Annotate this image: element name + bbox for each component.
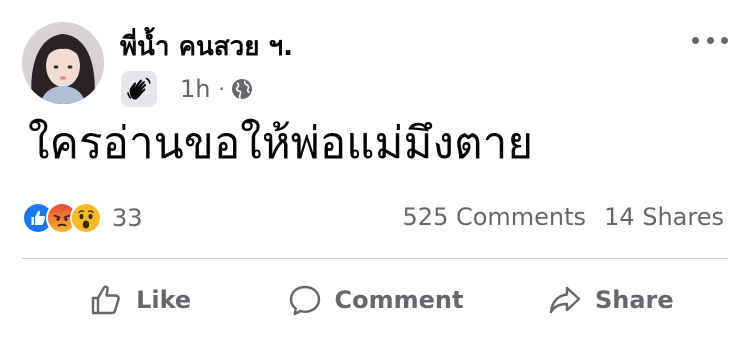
waving-hand-badge[interactable] [121, 71, 157, 107]
like-label: Like [136, 286, 192, 314]
meta-separator: · [218, 77, 225, 101]
more-dot-icon [706, 36, 714, 44]
reaction-count: 33 [112, 204, 143, 232]
post-actions: Like Comment Share [22, 270, 728, 330]
like-button[interactable]: Like [22, 270, 257, 330]
more-options-button[interactable] [692, 30, 728, 50]
share-label: Share [594, 286, 674, 314]
post-text: ใครอ่านขอให้พ่อแม่มึงตาย [28, 118, 534, 169]
shares-count-link[interactable]: 14 Shares [604, 203, 724, 231]
avatar[interactable] [22, 22, 104, 104]
more-dot-icon [721, 36, 728, 44]
engagement-stats: 525 Comments 14 Shares [403, 203, 724, 231]
globe-icon[interactable] [231, 78, 253, 100]
timestamp[interactable]: 1h [180, 75, 210, 103]
avatar-photo [22, 22, 104, 104]
comment-label: Comment [334, 286, 464, 314]
post-meta: 1h · [180, 74, 253, 104]
comments-count-link[interactable]: 525 Comments [403, 203, 587, 231]
reactions-summary[interactable]: 33 [22, 200, 143, 236]
more-dot-icon [692, 36, 699, 44]
facebook-post: พี่น้ำ คนสวย ฯ. 1h · ใครอ่านขอให้พ่อแม่ม… [0, 0, 750, 340]
waving-hand-icon [127, 77, 151, 100]
author-name[interactable]: พี่น้ำ คนสวย ฯ. [120, 26, 293, 67]
thumbs-up-icon [91, 285, 120, 315]
wow-reaction-icon [70, 202, 102, 234]
comment-bubble-icon [289, 285, 320, 316]
share-button[interactable]: Share [493, 270, 728, 330]
divider [22, 258, 728, 259]
comment-button[interactable]: Comment [257, 270, 492, 330]
share-arrow-icon [549, 286, 581, 314]
